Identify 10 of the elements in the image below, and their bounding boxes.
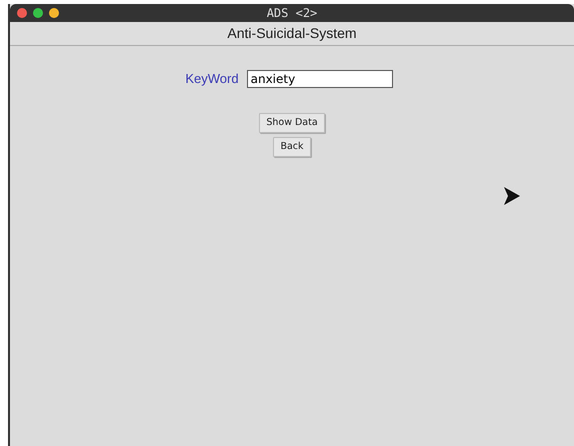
show-data-button[interactable]: Show Data — [259, 112, 325, 133]
mouse-pointer-icon — [503, 186, 521, 206]
maximize-button[interactable] — [33, 8, 43, 18]
keyword-label: KeyWord — [185, 70, 239, 88]
back-button[interactable]: Back — [273, 136, 311, 157]
minimize-button[interactable] — [49, 8, 59, 18]
close-button[interactable] — [17, 8, 27, 18]
keyword-field[interactable]: anxiety — [246, 70, 393, 88]
app-title: Anti-Suicidal-System — [227, 24, 357, 43]
window-title: ADS <2> — [266, 6, 318, 20]
